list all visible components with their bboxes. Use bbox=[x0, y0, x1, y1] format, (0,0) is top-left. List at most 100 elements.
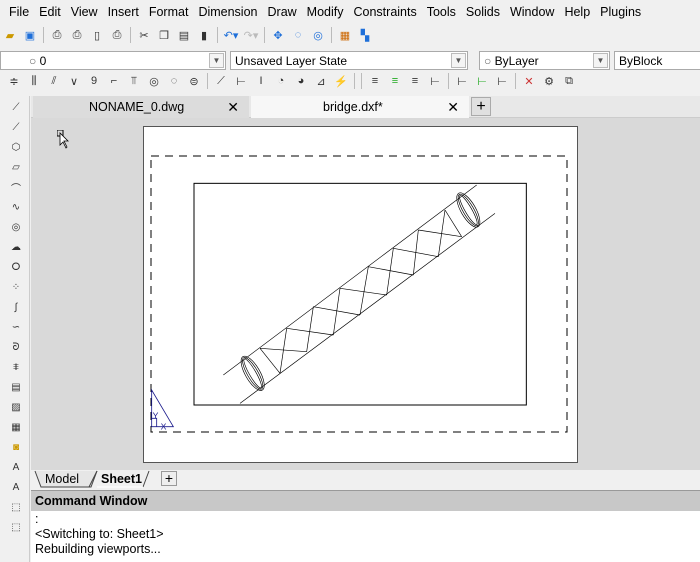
point-icon[interactable]: ⁘ bbox=[8, 279, 24, 295]
add-layout-button[interactable]: + bbox=[161, 471, 177, 486]
menu-view[interactable]: View bbox=[66, 5, 103, 19]
truss-member bbox=[359, 266, 369, 316]
parallel-icon[interactable]: ⫪ bbox=[125, 72, 143, 90]
truss-member bbox=[306, 306, 314, 352]
design-center-icon[interactable]: ▚ bbox=[356, 26, 374, 44]
menu-solids[interactable]: Solids bbox=[461, 5, 505, 19]
dim-vertical-icon[interactable]: I bbox=[252, 72, 270, 90]
save-icon[interactable]: ▣ bbox=[21, 26, 39, 44]
perpendicular-icon[interactable]: ⌐ bbox=[105, 72, 123, 90]
spline-fit-icon[interactable]: ∫ bbox=[8, 299, 24, 315]
concentric-icon[interactable]: ◎ bbox=[145, 72, 163, 90]
symmetric-icon[interactable]: ◌ bbox=[165, 72, 183, 90]
circle-icon[interactable]: ◎ bbox=[8, 219, 24, 235]
copy-clip-icon[interactable]: ⧉ bbox=[560, 72, 578, 90]
wipeout-icon[interactable]: ⬚ bbox=[8, 519, 24, 535]
tab-label: NONAME_0.dwg bbox=[89, 100, 185, 114]
truss-member bbox=[386, 248, 394, 296]
menu-plugins[interactable]: Plugins bbox=[595, 5, 646, 19]
dim-radius-icon[interactable]: ◔ bbox=[272, 72, 290, 90]
menu-format[interactable]: Format bbox=[144, 5, 194, 19]
mtext-icon[interactable]: A bbox=[8, 479, 24, 495]
menu-tools[interactable]: Tools bbox=[422, 5, 461, 19]
table-icon[interactable]: ▤ bbox=[8, 379, 24, 395]
menu-help[interactable]: Help bbox=[559, 5, 595, 19]
undo-icon[interactable]: ↶▾ bbox=[222, 26, 240, 44]
command-window-history[interactable]: : <Switching to: Sheet1> Rebuilding view… bbox=[31, 511, 700, 562]
match-properties-icon[interactable]: ▮ bbox=[195, 26, 213, 44]
pan-icon[interactable]: ✥ bbox=[269, 26, 287, 44]
align-icon[interactable]: ≑ bbox=[5, 72, 23, 90]
dim-show-icon[interactable]: ⊢ bbox=[453, 72, 471, 90]
close-icon[interactable]: ✕ bbox=[447, 99, 459, 116]
tab-sheet1[interactable]: Sheet1 bbox=[101, 472, 142, 486]
menu-edit[interactable]: Edit bbox=[34, 5, 66, 19]
menu-insert[interactable]: Insert bbox=[103, 5, 144, 19]
ray-icon[interactable]: ⩨ bbox=[8, 359, 24, 375]
constraint-show-icon[interactable]: ≡ bbox=[366, 72, 384, 90]
dim-show-all-icon[interactable]: ⊢ bbox=[473, 72, 491, 90]
viewport-icon[interactable]: ⬚ bbox=[8, 499, 24, 515]
line-icon[interactable]: ⟋ bbox=[8, 99, 24, 115]
arc-icon[interactable]: ⌒ bbox=[8, 179, 24, 195]
paste-icon[interactable]: ▤ bbox=[175, 26, 193, 44]
menu-constraints[interactable]: Constraints bbox=[349, 5, 422, 19]
text-icon[interactable]: A bbox=[8, 459, 24, 475]
angle-icon[interactable]: ∨ bbox=[65, 72, 83, 90]
menu-dimension[interactable]: Dimension bbox=[193, 5, 262, 19]
menu-modify[interactable]: Modify bbox=[302, 5, 349, 19]
distribute-icon[interactable]: ⫼ bbox=[25, 72, 43, 90]
equal-icon[interactable]: ⊜ bbox=[185, 72, 203, 90]
spline-icon[interactable]: ∿ bbox=[8, 199, 24, 215]
viewport[interactable]: Y X bbox=[140, 170, 540, 440]
menu-file[interactable]: File bbox=[4, 5, 34, 19]
close-icon[interactable]: ✕ bbox=[227, 99, 239, 116]
tangent-icon[interactable]: 9 bbox=[85, 72, 103, 90]
layer-dropdown[interactable]: ○ 0 ▼ bbox=[0, 51, 226, 70]
polygon-icon[interactable]: ⬡ bbox=[8, 139, 24, 155]
menu-draw[interactable]: Draw bbox=[263, 5, 302, 19]
constraint-settings-icon[interactable]: ⚙ bbox=[540, 72, 558, 90]
gradient-icon[interactable]: ▦ bbox=[8, 419, 24, 435]
dim-diameter-icon[interactable]: ◕ bbox=[292, 72, 310, 90]
cut-icon[interactable]: ✂ bbox=[135, 26, 153, 44]
dim-aligned-icon[interactable]: ⟋ bbox=[212, 72, 230, 90]
redo-icon[interactable]: ↷▾ bbox=[242, 26, 260, 44]
spline-cv-icon[interactable]: ∽ bbox=[8, 319, 24, 335]
constraint-show-all-icon[interactable]: ≡ bbox=[386, 72, 404, 90]
auto-constrain-icon[interactable]: ⚡ bbox=[332, 72, 350, 90]
publish-icon[interactable]: ⎙ bbox=[108, 26, 126, 44]
tab-noname[interactable]: NONAME_0.dwg ✕ bbox=[33, 96, 249, 118]
hatch-icon[interactable]: ▨ bbox=[8, 399, 24, 415]
zoom-previous-icon[interactable]: ◎ bbox=[309, 26, 327, 44]
print-icon[interactable]: ⎙ bbox=[48, 26, 66, 44]
plot-icon[interactable]: ⎙ bbox=[68, 26, 86, 44]
constraint-hide-icon[interactable]: ≡ bbox=[406, 72, 424, 90]
delete-constraints-icon[interactable]: ✕ bbox=[520, 72, 538, 90]
zoom-window-icon[interactable]: ◌ bbox=[289, 26, 307, 44]
color-dropdown[interactable]: ○ ByLayer ▼ bbox=[479, 51, 610, 70]
dim-hide-icon[interactable]: ⊢ bbox=[493, 72, 511, 90]
dim-horizontal-icon[interactable]: ⊢ bbox=[232, 72, 250, 90]
region-icon[interactable]: ◙ bbox=[8, 439, 24, 455]
polyline-icon[interactable]: ⟋ bbox=[8, 119, 24, 135]
dim-angular-icon[interactable]: ⊿ bbox=[312, 72, 330, 90]
print-preview-icon[interactable]: ▯ bbox=[88, 26, 106, 44]
rectangle-icon[interactable]: ▱ bbox=[8, 159, 24, 175]
properties-icon[interactable]: ▦ bbox=[336, 26, 354, 44]
copy-icon[interactable]: ❐ bbox=[155, 26, 173, 44]
chevron-down-icon: ▼ bbox=[451, 53, 466, 68]
ellipse-arc-icon[interactable]: ⵔ bbox=[8, 259, 24, 275]
new-tab-button[interactable]: + bbox=[471, 97, 491, 116]
revision-cloud-icon[interactable]: ☁ bbox=[8, 239, 24, 255]
chevron-down-icon: ▼ bbox=[209, 53, 224, 68]
dim-constraint-icon[interactable]: ⊢ bbox=[426, 72, 444, 90]
tab-bridge[interactable]: bridge.dxf* ✕ bbox=[251, 96, 469, 118]
tab-model[interactable]: Model bbox=[45, 472, 79, 486]
open-icon[interactable]: ▰ bbox=[1, 26, 19, 44]
layer-state-dropdown[interactable]: Unsaved Layer State ▼ bbox=[230, 51, 468, 70]
linetype-dropdown[interactable]: ByBlock bbox=[614, 51, 700, 70]
helix-icon[interactable]: ᘐ bbox=[8, 339, 24, 355]
hatch-edit-icon[interactable]: ⫽ bbox=[45, 72, 63, 90]
menu-window[interactable]: Window bbox=[505, 5, 559, 19]
